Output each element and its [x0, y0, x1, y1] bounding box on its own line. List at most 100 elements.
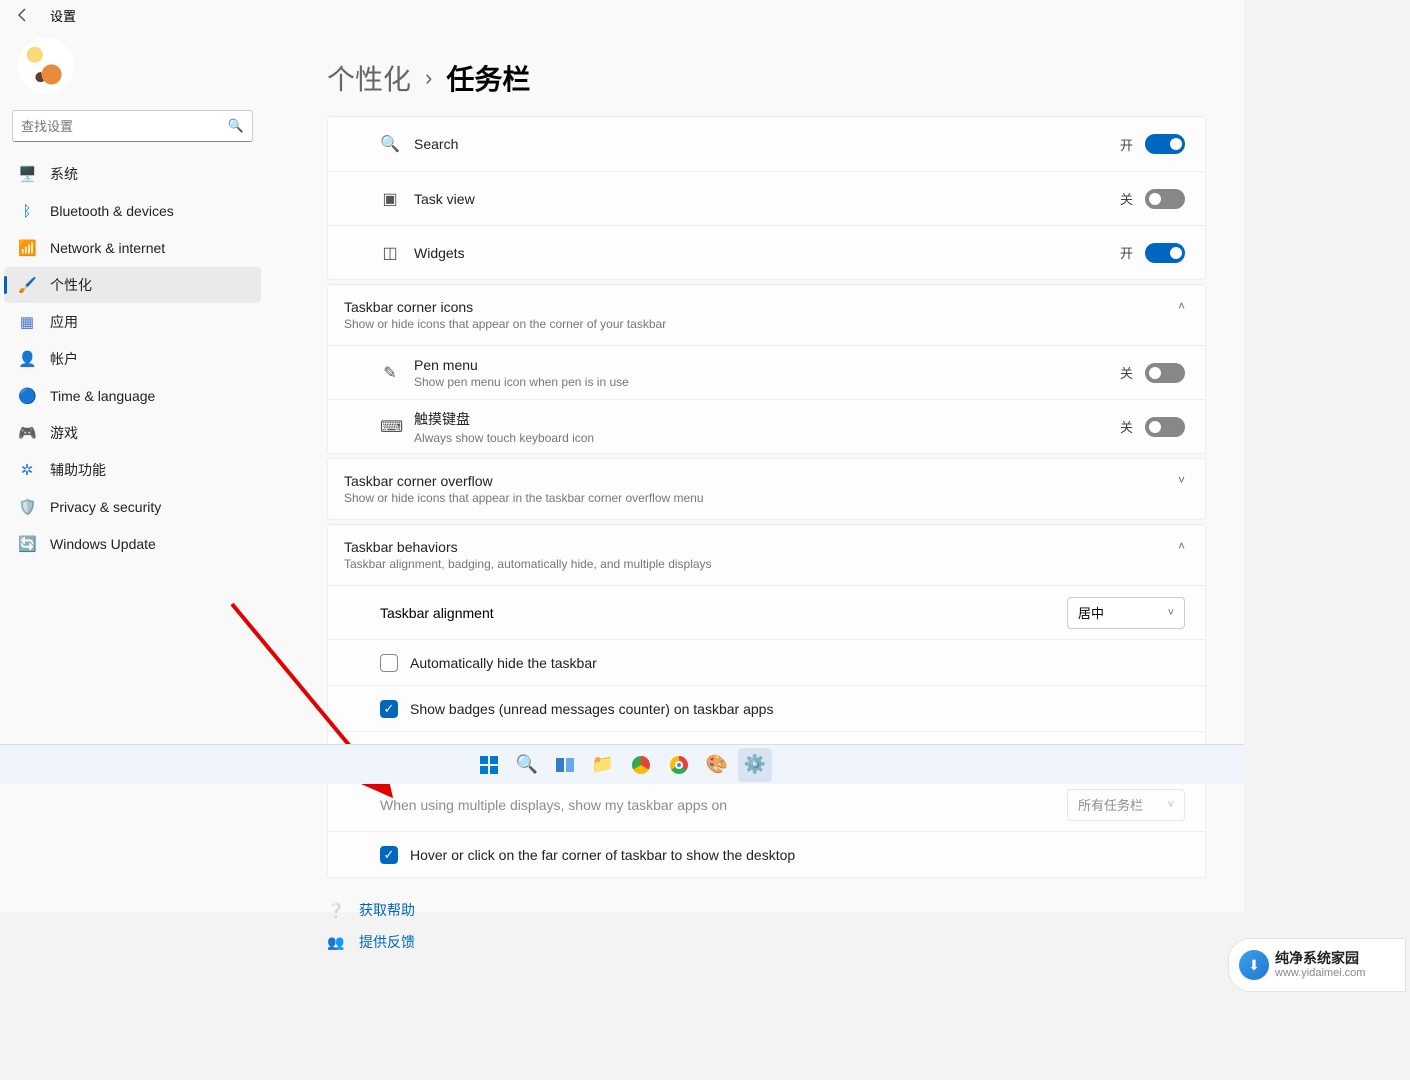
- search-icon: 🔍: [228, 118, 244, 134]
- apps-icon: ▦: [18, 313, 36, 331]
- feedback-icon: 👥: [327, 934, 345, 951]
- help-link[interactable]: ❔ 获取帮助: [327, 900, 1206, 920]
- row-label: Hover or click on the far corner of task…: [410, 847, 795, 863]
- chevron-down-icon: ˅: [1178, 473, 1185, 487]
- row-label: When using multiple displays, show my ta…: [380, 797, 1067, 813]
- back-button[interactable]: [8, 0, 38, 30]
- autohide-row[interactable]: Automatically hide the taskbar: [328, 639, 1205, 685]
- sidebar-item-personalization[interactable]: 🖌️个性化: [4, 267, 261, 303]
- watermark-title: 纯净系统家园: [1275, 950, 1365, 967]
- toggle-state: 关: [1120, 363, 1133, 382]
- sidebar-item-label: Network & internet: [50, 240, 165, 256]
- taskview-button[interactable]: [548, 748, 582, 782]
- shield-icon: 🛡️: [18, 498, 36, 516]
- widgets-icon: ◫: [380, 243, 400, 263]
- row-subtitle: Always show touch keyboard icon: [414, 431, 1120, 445]
- pen-icon: ✎: [380, 363, 400, 383]
- gamepad-icon: 🎮: [18, 424, 36, 442]
- start-button[interactable]: [472, 748, 506, 782]
- settings-button[interactable]: ⚙️: [738, 748, 772, 782]
- chevron-up-icon: ˄: [1178, 299, 1185, 313]
- sidebar-item-label: 辅助功能: [50, 460, 106, 480]
- dropdown-value: 居中: [1078, 603, 1104, 622]
- bluetooth-icon: ᛒ: [18, 203, 36, 220]
- sidebar-item-label: 应用: [50, 312, 78, 332]
- explorer-button[interactable]: 📁: [586, 748, 620, 782]
- breadcrumb-parent[interactable]: 个性化: [327, 58, 411, 98]
- keyboard-toggle[interactable]: [1145, 417, 1185, 437]
- chevron-up-icon: ˄: [1178, 539, 1185, 553]
- multi-displays-row: When using multiple displays, show my ta…: [328, 777, 1205, 831]
- row-label: Pen menu: [414, 357, 1120, 373]
- display-icon: 🖥️: [18, 165, 36, 183]
- hover-corner-checkbox[interactable]: [380, 846, 398, 864]
- page-title: 任务栏: [446, 58, 530, 98]
- sidebar-item-accessibility[interactable]: ✲辅助功能: [4, 452, 261, 488]
- autohide-checkbox[interactable]: [380, 654, 398, 672]
- sidebar-item-bluetooth[interactable]: ᛒ Bluetooth & devices: [4, 193, 261, 229]
- help-icon: ❔: [327, 902, 345, 919]
- app-title: 设置: [50, 6, 76, 25]
- badges-row[interactable]: Show badges (unread messages counter) on…: [328, 685, 1205, 731]
- section-behaviors[interactable]: Taskbar behaviors Taskbar alignment, bad…: [328, 525, 1205, 585]
- section-subtitle: Taskbar alignment, badging, automaticall…: [344, 557, 1178, 571]
- pen-toggle[interactable]: [1145, 363, 1185, 383]
- sidebar-item-label: 个性化: [50, 275, 92, 295]
- search-toggle[interactable]: [1145, 134, 1185, 154]
- row-label: Task view: [414, 191, 1120, 207]
- toggle-state: 开: [1120, 135, 1133, 154]
- chrome-canary-button[interactable]: [624, 748, 658, 782]
- chevron-down-icon: ˅: [1168, 607, 1174, 619]
- toggle-state: 开: [1120, 243, 1133, 262]
- row-label: Taskbar alignment: [380, 605, 1067, 621]
- sidebar-item-privacy[interactable]: 🛡️Privacy & security: [4, 489, 261, 525]
- row-label: Show badges (unread messages counter) on…: [410, 701, 773, 717]
- chrome-button[interactable]: [662, 748, 696, 782]
- sidebar-item-update[interactable]: 🔄Windows Update: [4, 526, 261, 562]
- avatar[interactable]: [18, 38, 74, 94]
- alignment-dropdown[interactable]: 居中 ˅: [1067, 597, 1185, 629]
- wifi-icon: 📶: [18, 239, 36, 257]
- search-input[interactable]: [21, 119, 228, 134]
- corner-item-keyboard: ⌨ 触摸键盘 Always show touch keyboard icon 关: [328, 399, 1205, 453]
- sidebar-item-apps[interactable]: ▦ 应用: [4, 304, 261, 340]
- sidebar-item-accounts[interactable]: 👤帐户: [4, 341, 261, 377]
- section-subtitle: Show or hide icons that appear on the co…: [344, 317, 1178, 331]
- sidebar-item-label: 游戏: [50, 423, 78, 443]
- sidebar-item-label: 系统: [50, 164, 78, 184]
- widgets-toggle[interactable]: [1145, 243, 1185, 263]
- sidebar-item-label: Bluetooth & devices: [50, 203, 174, 219]
- link-label: 提供反馈: [359, 932, 415, 952]
- hover-corner-row[interactable]: Hover or click on the far corner of task…: [328, 831, 1205, 877]
- watermark-url: www.yidaimei.com: [1275, 967, 1365, 980]
- sidebar-item-network[interactable]: 📶 Network & internet: [4, 230, 261, 266]
- sidebar-item-label: Windows Update: [50, 536, 156, 552]
- sidebar-item-label: Time & language: [50, 388, 155, 404]
- taskbar-item-search: 🔍 Search 开: [328, 117, 1205, 171]
- search-input-wrap[interactable]: 🔍: [12, 110, 253, 142]
- search-icon: 🔍: [380, 134, 400, 154]
- sidebar-item-time[interactable]: 🔵Time & language: [4, 378, 261, 414]
- feedback-link[interactable]: 👥 提供反馈: [327, 932, 1206, 952]
- keyboard-icon: ⌨: [380, 417, 400, 437]
- sidebar-item-gaming[interactable]: 🎮 游戏: [4, 415, 261, 451]
- search-button[interactable]: 🔍: [510, 748, 544, 782]
- row-label: 触摸键盘: [414, 409, 1120, 429]
- sidebar-item-system[interactable]: 🖥️ 系统: [4, 156, 261, 192]
- row-label: Search: [414, 136, 1120, 152]
- dropdown-value: 所有任务栏: [1078, 795, 1143, 814]
- chevron-down-icon: ˅: [1168, 799, 1174, 811]
- row-label: Automatically hide the taskbar: [410, 655, 597, 671]
- taskview-toggle[interactable]: [1145, 189, 1185, 209]
- download-icon: ⬇: [1239, 950, 1269, 980]
- section-overflow[interactable]: Taskbar corner overflow Show or hide ico…: [328, 459, 1205, 519]
- paint-button[interactable]: 🎨: [700, 748, 734, 782]
- section-title: Taskbar corner icons: [344, 299, 1178, 315]
- row-subtitle: Show pen menu icon when pen is in use: [414, 375, 1120, 389]
- multi-dropdown: 所有任务栏 ˅: [1067, 789, 1185, 821]
- row-label: Widgets: [414, 245, 1120, 261]
- link-label: 获取帮助: [359, 900, 415, 920]
- badges-checkbox[interactable]: [380, 700, 398, 718]
- section-corner-icons[interactable]: Taskbar corner icons Show or hide icons …: [328, 285, 1205, 345]
- corner-item-pen: ✎ Pen menu Show pen menu icon when pen i…: [328, 345, 1205, 399]
